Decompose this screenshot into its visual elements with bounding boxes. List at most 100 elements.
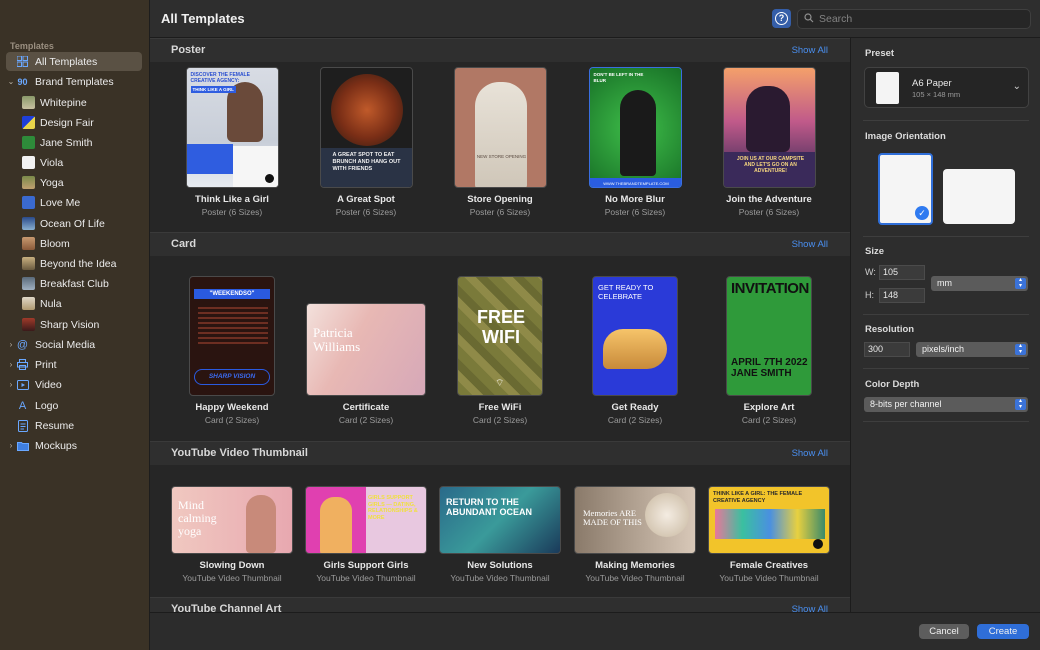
template-thumbnail: GET READY TO CELEBRATE — [592, 276, 678, 396]
template-thumbnail: "WEEKENDSO" SHARP VISION — [189, 276, 275, 396]
love-me-thumb-icon — [22, 196, 35, 209]
section-title: Card — [171, 238, 197, 250]
show-all-link[interactable]: Show All — [792, 45, 828, 56]
template-subtitle: Card (2 Sizes) — [741, 415, 797, 425]
template-name: Certificate — [342, 402, 390, 413]
top-bar: All Templates ? — [150, 0, 1040, 38]
height-field[interactable]: 148 — [879, 288, 925, 303]
template-thumbnail: A GREAT SPOT TO EAT BRUNCH AND HANG OUT … — [319, 67, 413, 188]
sharp-vision-thumb-icon — [22, 318, 35, 331]
sidebar-item-label: Whitepine — [40, 96, 87, 109]
resolution-field[interactable]: 300 — [864, 342, 910, 357]
template-tile-a-great-spot[interactable]: A GREAT SPOT TO EAT BRUNCH AND HANG OUT … — [301, 67, 431, 217]
sidebar-item-bloom[interactable]: Bloom — [22, 234, 142, 253]
create-button[interactable]: Create — [977, 624, 1029, 639]
width-field[interactable]: 105 — [879, 265, 925, 280]
divider — [863, 236, 1029, 237]
template-tile-explore-art[interactable]: INVITATION APRIL 7TH 2022 JANE SMITH Exp… — [704, 276, 834, 425]
template-tile-slowing-down[interactable]: Mind calming yoga Slowing Down YouTube V… — [167, 486, 297, 583]
sidebar-item-label: Print — [35, 358, 57, 371]
landscape-orientation-option[interactable] — [943, 169, 1015, 224]
template-tile-think-like-a-girl[interactable]: DISCOVER THE FEMALE CREATIVE AGENCY: THI… — [167, 67, 297, 217]
sidebar-item-label: Sharp Vision — [40, 318, 100, 331]
template-name: Happy Weekend — [195, 402, 269, 413]
sidebar-item-beyond-the-idea[interactable]: Beyond the Idea — [22, 254, 142, 273]
chevron-down-icon[interactable]: ⌄ — [6, 77, 16, 86]
sidebar-item-label: Viola — [40, 156, 64, 169]
updown-arrows-icon: ▴ ▾ — [1015, 398, 1026, 410]
template-subtitle: YouTube Video Thumbnail — [316, 573, 416, 583]
sidebar-group-header: Templates — [10, 41, 54, 51]
template-tile-making-memories[interactable]: Memories ARE MADE OF THIS Making Memorie… — [570, 486, 700, 583]
sidebar-item-label: Yoga — [40, 176, 64, 189]
cancel-button[interactable]: Cancel — [919, 624, 969, 639]
search-box[interactable] — [797, 9, 1031, 29]
resolution-unit-select[interactable]: pixels/inch ▴ ▾ — [916, 342, 1028, 357]
sidebar-item-mockups[interactable]: › Mockups — [6, 436, 142, 455]
template-subtitle: Poster (6 Sizes) — [335, 207, 397, 217]
divider — [863, 368, 1029, 369]
template-tile-free-wifi[interactable]: FREE WIFI ⌔ Free WiFi Card (2 Sizes) — [435, 276, 565, 425]
template-subtitle: Poster (6 Sizes) — [469, 207, 531, 217]
show-all-link[interactable]: Show All — [792, 604, 828, 612]
color-depth-value: 8-bits per channel — [870, 399, 942, 409]
sidebar-item-breakfast-club[interactable]: Breakfast Club — [22, 274, 142, 293]
resolution-label: Resolution — [865, 324, 915, 335]
sidebar-item-video[interactable]: › Video — [6, 375, 142, 394]
updown-arrows-icon: ▴ ▾ — [1015, 343, 1026, 355]
template-tile-store-opening[interactable]: NEW STORE OPENING Store Opening Poster (… — [435, 67, 565, 217]
sidebar-item-design-fair[interactable]: Design Fair — [22, 113, 142, 132]
grid-icon — [16, 56, 29, 68]
template-tile-no-more-blur[interactable]: DON'T BE LEFT IN THE BLUR WWW.THEBRANDTE… — [570, 67, 700, 217]
template-subtitle: Card (2 Sizes) — [472, 415, 528, 425]
sidebar-item-print[interactable]: › Print — [6, 355, 142, 374]
template-tile-happy-weekend[interactable]: "WEEKENDSO" SHARP VISION Happy Weekend C… — [167, 276, 297, 425]
sidebar-item-resume[interactable]: Resume — [6, 416, 142, 435]
search-input[interactable] — [819, 13, 1019, 25]
sidebar-item-ocean-of-life[interactable]: Ocean Of Life — [22, 214, 142, 233]
divider — [863, 314, 1029, 315]
chevron-right-icon[interactable]: › — [6, 360, 16, 369]
template-name: Free WiFi — [478, 402, 522, 413]
color-depth-select[interactable]: 8-bits per channel ▴ ▾ — [864, 397, 1028, 412]
sidebar-item-jane-smith[interactable]: Jane Smith — [22, 133, 142, 152]
height-label: H: — [865, 290, 874, 300]
sidebar-item-whitepine[interactable]: Whitepine — [22, 93, 142, 112]
unit-select[interactable]: mm ▴ ▾ — [931, 276, 1028, 291]
color-depth-label: Color Depth — [865, 379, 920, 390]
preset-selector[interactable]: A6 Paper 105 × 148 mm ⌄ — [864, 67, 1029, 108]
template-tile-new-solutions[interactable]: RETURN TO THE ABUNDANT OCEAN New Solutio… — [435, 486, 565, 583]
video-icon — [16, 379, 29, 391]
sidebar-item-social-media[interactable]: › @ Social Media — [6, 335, 142, 354]
show-all-link[interactable]: Show All — [792, 448, 828, 459]
section-header-youtube: YouTube Video Thumbnail Show All — [150, 441, 850, 465]
chevron-right-icon[interactable]: › — [6, 340, 16, 349]
sidebar-item-all-templates[interactable]: All Templates — [6, 52, 142, 71]
chevron-right-icon[interactable]: › — [6, 380, 16, 389]
sidebar-item-yoga[interactable]: Yoga — [22, 173, 142, 192]
sidebar-item-brand-templates[interactable]: ⌄ 90 Brand Templates — [6, 72, 142, 91]
printer-icon — [16, 359, 29, 371]
template-tile-certificate[interactable]: Patricia Williams Certificate Card (2 Si… — [301, 303, 431, 425]
template-name: No More Blur — [605, 194, 665, 205]
chevron-right-icon[interactable]: › — [6, 441, 16, 450]
portrait-orientation-option[interactable]: ✓ — [878, 153, 933, 225]
template-tile-get-ready[interactable]: GET READY TO CELEBRATE Get Ready Card (2… — [570, 276, 700, 425]
chevron-down-icon: ⌄ — [1012, 81, 1021, 92]
sidebar-item-sharp-vision[interactable]: Sharp Vision — [22, 315, 142, 334]
nula-thumb-icon — [22, 297, 35, 310]
sidebar-item-nula[interactable]: Nula — [22, 294, 142, 313]
sidebar-item-viola[interactable]: Viola — [22, 153, 142, 172]
template-thumbnail: RETURN TO THE ABUNDANT OCEAN — [439, 486, 561, 554]
template-tile-join-the-adventure[interactable]: JOIN US AT OUR CAMPSITE AND LET'S GO ON … — [704, 67, 834, 217]
sidebar-item-label: Brand Templates — [35, 75, 114, 88]
template-tile-female-creatives[interactable]: THINK LIKE A GIRL: THE FEMALE CREATIVE A… — [704, 486, 834, 583]
help-button[interactable]: ? — [772, 9, 791, 28]
template-tile-girls-support-girls[interactable]: GIRLS SUPPORT GIRLS — DATING, RELATIONSH… — [301, 486, 431, 583]
template-name: Explore Art — [743, 402, 795, 413]
template-name: Get Ready — [611, 402, 659, 413]
show-all-link[interactable]: Show All — [792, 239, 828, 250]
sidebar-item-love-me[interactable]: Love Me — [22, 193, 142, 212]
sidebar-item-logo[interactable]: A Logo — [6, 396, 142, 415]
template-name: Making Memories — [595, 560, 675, 571]
